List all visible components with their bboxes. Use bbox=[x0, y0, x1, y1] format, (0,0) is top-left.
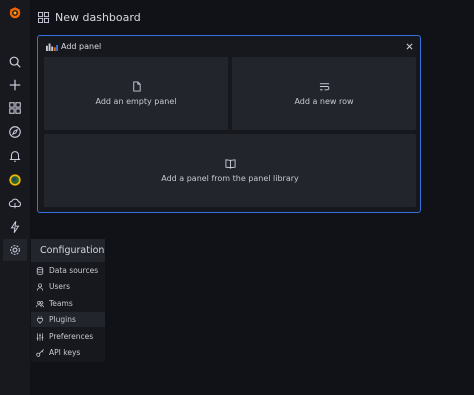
add-panel-header: Add panel bbox=[38, 36, 420, 56]
row-icon bbox=[319, 81, 330, 92]
menu-item-label: Preferences bbox=[49, 332, 94, 341]
configuration-nav-button[interactable] bbox=[3, 239, 27, 261]
lightning-nav-button[interactable] bbox=[3, 216, 27, 238]
menu-item-teams[interactable]: Teams bbox=[31, 296, 105, 311]
gear-icon bbox=[10, 245, 20, 255]
menu-item-label: API keys bbox=[49, 348, 81, 357]
add-new-row-button[interactable]: Add a new row bbox=[232, 57, 416, 130]
cloud-nav-button[interactable] bbox=[3, 192, 27, 214]
menu-item-label: Data sources bbox=[49, 266, 99, 275]
sliders-icon bbox=[36, 332, 44, 341]
grafana-logo[interactable] bbox=[3, 2, 27, 24]
lightning-icon bbox=[10, 221, 20, 233]
close-icon bbox=[406, 43, 412, 49]
explore-icon bbox=[9, 126, 21, 138]
file-icon bbox=[131, 81, 142, 92]
page-title: New dashboard bbox=[55, 10, 141, 24]
explore-nav-button[interactable] bbox=[3, 121, 27, 143]
add-new-row-label: Add a new row bbox=[294, 97, 354, 106]
add-panel-widget: Add panel Add an empty panel Add a new r… bbox=[37, 35, 421, 213]
dashboard-header: New dashboard bbox=[30, 0, 474, 34]
close-button[interactable] bbox=[404, 41, 414, 51]
search-nav-button[interactable] bbox=[3, 51, 27, 73]
menu-item-preferences[interactable]: Preferences bbox=[31, 329, 105, 344]
alerting-icon bbox=[9, 151, 21, 162]
grafana-logo-icon bbox=[9, 6, 21, 19]
menu-item-users[interactable]: Users bbox=[31, 279, 105, 294]
search-icon bbox=[9, 56, 21, 68]
add-library-panel-label: Add a panel from the panel library bbox=[161, 174, 299, 183]
menu-item-label: Plugins bbox=[49, 315, 76, 324]
add-panel-title: Add panel bbox=[61, 41, 102, 51]
book-icon bbox=[224, 158, 236, 169]
dashboards-icon bbox=[9, 102, 21, 114]
user-avatar-icon bbox=[9, 174, 21, 186]
user-icon bbox=[36, 282, 44, 291]
alerting-nav-button[interactable] bbox=[3, 145, 27, 167]
plus-icon bbox=[9, 79, 21, 91]
menu-item-data-sources[interactable]: Data sources bbox=[31, 263, 105, 278]
menu-item-plugins[interactable]: Plugins bbox=[31, 312, 105, 327]
add-empty-panel-button[interactable]: Add an empty panel bbox=[44, 57, 228, 130]
cloud-icon bbox=[8, 198, 22, 209]
add-panel-logo-icon bbox=[46, 42, 58, 51]
profile-nav-button[interactable] bbox=[3, 169, 27, 191]
sidebar bbox=[0, 0, 30, 395]
menu-item-label: Teams bbox=[49, 299, 73, 308]
menu-item-api-keys[interactable]: API keys bbox=[31, 345, 105, 360]
configuration-menu: Configuration Data sources Users Teams P… bbox=[31, 239, 105, 362]
plug-icon bbox=[36, 315, 44, 324]
menu-item-label: Users bbox=[49, 282, 71, 291]
dashboard-grid-icon bbox=[38, 11, 49, 23]
dashboards-nav-button[interactable] bbox=[3, 97, 27, 119]
configuration-menu-title[interactable]: Configuration bbox=[31, 239, 105, 262]
add-empty-panel-label: Add an empty panel bbox=[95, 97, 177, 106]
users-icon bbox=[36, 300, 44, 308]
database-icon bbox=[36, 266, 44, 275]
create-nav-button[interactable] bbox=[3, 74, 27, 96]
add-library-panel-button[interactable]: Add a panel from the panel library bbox=[44, 134, 416, 207]
key-icon bbox=[36, 348, 44, 357]
